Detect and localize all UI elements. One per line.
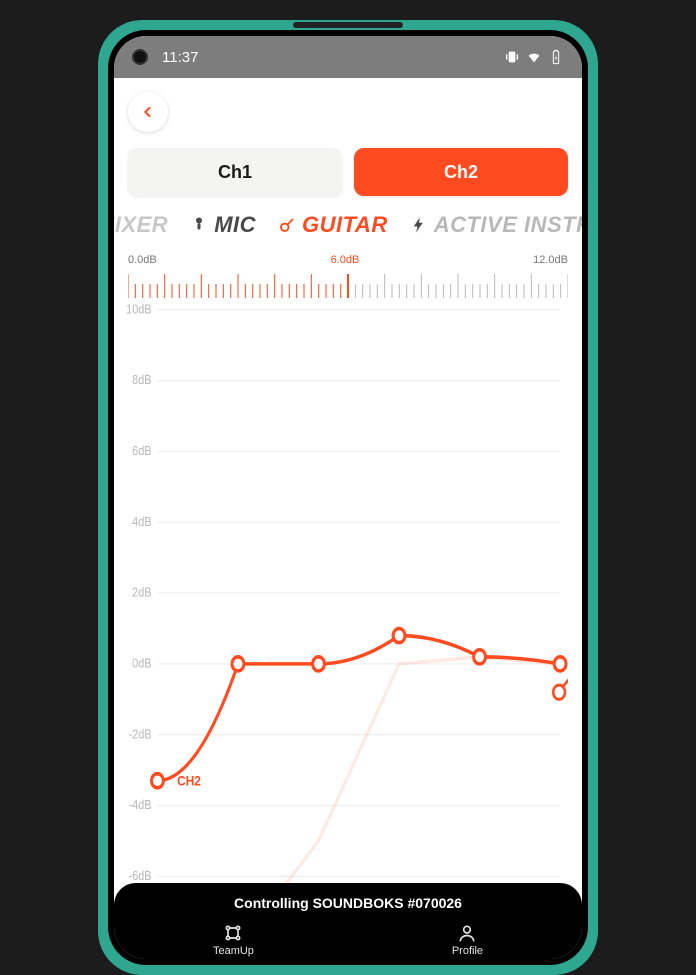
channel-segmented: Ch1 Ch2 [114, 144, 582, 206]
mic-icon [190, 216, 208, 234]
gain-max-label: 12.0dB [533, 254, 568, 266]
header [114, 78, 582, 144]
chevron-left-icon [140, 104, 156, 120]
mode-guitar[interactable]: GUITAR [278, 212, 388, 238]
svg-text:CH2: CH2 [177, 772, 201, 788]
channel-ch2-label: Ch2 [444, 162, 478, 183]
svg-text:0dB: 0dB [132, 656, 151, 671]
channel-ch1-label: Ch1 [218, 162, 252, 183]
controlling-status: Controlling SOUNDBOKS #070026 [114, 895, 582, 911]
svg-text:6dB: 6dB [132, 443, 151, 458]
bottom-nav: TeamUp Profile [114, 923, 582, 957]
channel-ch1[interactable]: Ch1 [128, 148, 342, 196]
vibrate-icon [504, 49, 520, 65]
gain-ruler[interactable] [128, 268, 568, 298]
nav-teamup-label: TeamUp [213, 945, 254, 957]
profile-icon [457, 923, 477, 943]
mode-mixer-label: MIXER [114, 212, 168, 238]
eq-chart[interactable]: 10dB8dB6dB4dB2dB0dB-2dB-4dB-6dB-8dBCH2 [114, 298, 582, 959]
mode-mic-label: MIC [214, 212, 256, 238]
mode-active-instr[interactable]: ACTIVE INSTR [410, 212, 582, 238]
svg-text:-4dB: -4dB [129, 797, 152, 812]
svg-text:8dB: 8dB [132, 372, 151, 387]
mode-scroller[interactable]: MIXER MIC GUITAR ACTIVE INSTR [114, 206, 582, 244]
nav-teamup[interactable]: TeamUp [213, 923, 254, 957]
bottom-sheet[interactable]: Controlling SOUNDBOKS #070026 TeamUp Pro… [114, 883, 582, 959]
mode-mixer[interactable]: MIXER [114, 212, 168, 238]
channel-ch2[interactable]: Ch2 [354, 148, 568, 196]
phone-bezel: 11:37 Ch1 Ch2 [108, 30, 588, 965]
gain-value-label: 6.0dB [331, 254, 360, 266]
svg-text:4dB: 4dB [132, 514, 151, 529]
bolt-icon [410, 216, 428, 234]
status-icons [504, 49, 564, 65]
nav-profile-label: Profile [452, 945, 483, 957]
svg-text:10dB: 10dB [126, 301, 151, 316]
gain-control[interactable]: 0.0dB 6.0dB 12.0dB [114, 244, 582, 298]
gain-labels: 0.0dB 6.0dB 12.0dB [128, 254, 568, 266]
earpiece [293, 22, 403, 28]
battery-icon [548, 49, 564, 65]
wifi-icon [526, 49, 542, 65]
phone-frame: 11:37 Ch1 Ch2 [98, 20, 598, 975]
svg-text:2dB: 2dB [132, 585, 151, 600]
svg-text:-2dB: -2dB [129, 726, 152, 741]
guitar-icon [278, 216, 296, 234]
clock: 11:37 [162, 49, 198, 66]
teamup-icon [223, 923, 243, 943]
mode-guitar-label: GUITAR [302, 212, 388, 238]
mode-mic[interactable]: MIC [190, 212, 256, 238]
svg-text:-6dB: -6dB [129, 868, 152, 883]
gain-min-label: 0.0dB [128, 254, 157, 266]
screen: 11:37 Ch1 Ch2 [114, 36, 582, 959]
guitar-icon [553, 678, 568, 699]
status-bar: 11:37 [114, 36, 582, 78]
mode-active-instr-label: ACTIVE INSTR [434, 212, 582, 238]
front-camera [132, 49, 148, 65]
nav-profile[interactable]: Profile [452, 923, 483, 957]
back-button[interactable] [128, 92, 168, 132]
